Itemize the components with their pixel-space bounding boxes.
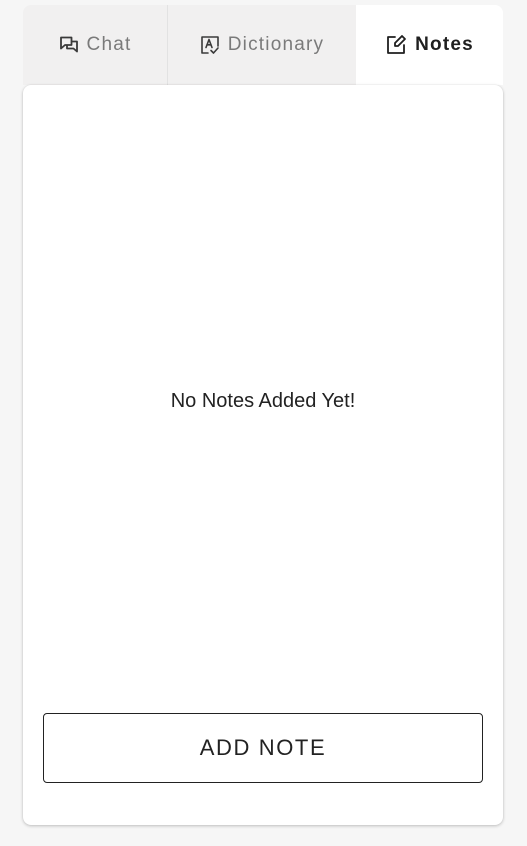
tab-notes-label: Notes — [415, 34, 474, 55]
tab-chat[interactable]: Chat — [23, 5, 167, 85]
tab-bar: Chat Dictionary Notes — [23, 5, 503, 85]
chat-bubbles-icon — [59, 35, 79, 55]
tab-notes[interactable]: Notes — [356, 5, 503, 85]
tab-chat-label: Chat — [86, 34, 132, 55]
edit-note-icon — [385, 34, 407, 56]
notes-card: No Notes Added Yet! ADD NOTE — [23, 85, 503, 825]
side-panel: Chat Dictionary Notes No Notes Added Yet… — [23, 5, 503, 825]
empty-notes-message: No Notes Added Yet! — [170, 390, 356, 412]
spellcheck-icon — [200, 35, 220, 55]
add-note-button[interactable]: ADD NOTE — [43, 713, 483, 783]
tab-dictionary[interactable]: Dictionary — [167, 5, 356, 85]
tab-dictionary-label: Dictionary — [227, 34, 325, 55]
